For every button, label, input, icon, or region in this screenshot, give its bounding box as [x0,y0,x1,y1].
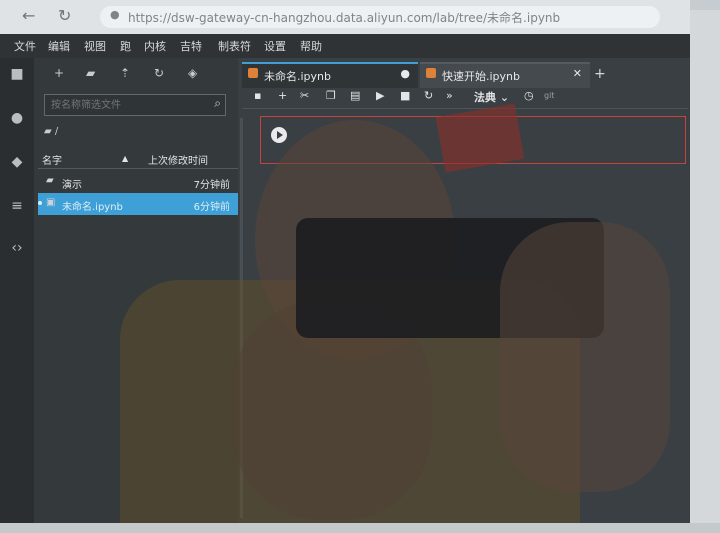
reload-icon[interactable]: ↻ [58,6,71,25]
menu-file[interactable]: 文件 [14,38,36,54]
file-modified: 7分钟前 [193,180,230,191]
save-icon[interactable]: ▪ [254,89,261,102]
tab-quickstart[interactable]: 快速开始.ipynb ✕ [420,62,590,88]
back-arrow-icon[interactable]: ← [22,6,35,25]
refresh-icon[interactable]: ↻ [154,66,164,80]
code-icon[interactable]: ‹› [8,240,26,258]
file-name: 演示 [62,180,82,191]
file-name: 未命名.ipynb [62,202,123,213]
notebook-icon: ▣ [46,197,56,208]
unsaved-dot-icon[interactable]: ● [400,67,410,80]
notebook-icon [248,68,258,78]
file-filter[interactable]: ⌕ [44,94,226,116]
folder-icon: ▰ [44,126,52,137]
cell-type-select[interactable]: 法典 ⌄ [474,89,509,105]
git-clone-icon[interactable]: ◈ [188,66,197,80]
sort-caret-icon[interactable]: ▲ [122,154,128,163]
list-item[interactable]: ▣ 未命名.ipynb 6分钟前 [38,193,238,215]
menu-git[interactable]: 吉特 [180,38,202,54]
browser-side-strip [690,0,720,533]
chevron-down-icon: ⌄ [499,91,510,104]
cut-icon[interactable]: ✂ [300,89,309,102]
git-label[interactable]: git [544,91,554,100]
menu-edit[interactable]: 编辑 [48,38,70,54]
address-bar[interactable]: ● https://dsw-gateway-cn-hangzhou.data.a… [100,6,660,28]
upload-icon[interactable]: ⇡ [120,66,130,80]
run-icon[interactable]: ▶ [376,89,384,102]
menu-view[interactable]: 视图 [84,38,106,54]
tab-label: 快速开始.ipynb [442,70,520,83]
run-cell-button[interactable] [271,127,287,143]
search-icon[interactable]: ⌕ [214,96,221,111]
taskbar [0,523,720,533]
menu-tabs[interactable]: 制表符 [218,38,251,54]
lock-icon: ● [110,8,120,21]
notebook-toolbar: ▪ + ✂ ❐ ▤ ▶ ■ ↻ » 法典 ⌄ ◷ git [242,86,688,109]
menu-help[interactable]: 帮助 [300,38,322,54]
url-text: https://dsw-gateway-cn-hangzhou.data.ali… [128,11,561,25]
menu-bar: 文件 编辑 视图 跑 内核 吉特 制表符 设置 帮助 [0,34,690,58]
file-modified: 6分钟前 [193,202,230,213]
add-tab-button[interactable]: + [594,66,606,82]
notebook-icon [426,68,436,78]
tab-label: 未命名.ipynb [264,70,331,83]
menu-run[interactable]: 跑 [120,38,131,54]
breadcrumb-root[interactable]: / [55,126,58,137]
left-sidebar-rail: ■ ● ◆ ≡ ‹› [0,58,34,523]
breadcrumb[interactable]: ▰ / [44,126,58,137]
list-item[interactable]: ▰ 演示 7分钟前 [38,171,238,193]
tab-bar: 未命名.ipynb ● 快速开始.ipynb ✕ + [238,62,690,88]
running-icon[interactable]: ● [8,110,26,128]
folder-icon: ▰ [46,175,54,186]
screen: ← ↻ ● https://dsw-gateway-cn-hangzhou.da… [0,0,690,523]
paste-icon[interactable]: ▤ [350,89,360,102]
column-modified[interactable]: 上次修改时间 [148,152,208,167]
file-list-header: 名字 ▲ 上次修改时间 [38,150,238,169]
close-icon[interactable]: ✕ [573,67,582,80]
clock-icon[interactable]: ◷ [524,89,534,102]
tab-untitled[interactable]: 未命名.ipynb ● [242,62,418,88]
folder-icon[interactable]: ■ [8,66,26,84]
bookmark-bar [690,0,720,10]
play-icon [277,131,283,139]
new-launcher-icon[interactable]: + [54,66,64,80]
menu-kernel[interactable]: 内核 [144,38,166,54]
toc-icon[interactable]: ≡ [8,198,26,216]
cell-type-value: 法典 [474,91,496,104]
insert-cell-icon[interactable]: + [278,89,287,102]
column-name[interactable]: 名字 [42,152,62,167]
browser-toolbar: ← ↻ ● https://dsw-gateway-cn-hangzhou.da… [0,0,690,34]
running-indicator [38,201,42,205]
stop-icon[interactable]: ■ [400,89,410,102]
file-filter-input[interactable] [45,95,203,115]
screen-reflection [500,222,670,492]
menu-settings[interactable]: 设置 [264,38,286,54]
fast-forward-icon[interactable]: » [446,89,453,102]
new-folder-icon[interactable]: ▰ [86,66,95,80]
restart-icon[interactable]: ↻ [424,89,433,102]
copy-icon[interactable]: ❐ [326,89,336,102]
git-icon[interactable]: ◆ [8,154,26,172]
